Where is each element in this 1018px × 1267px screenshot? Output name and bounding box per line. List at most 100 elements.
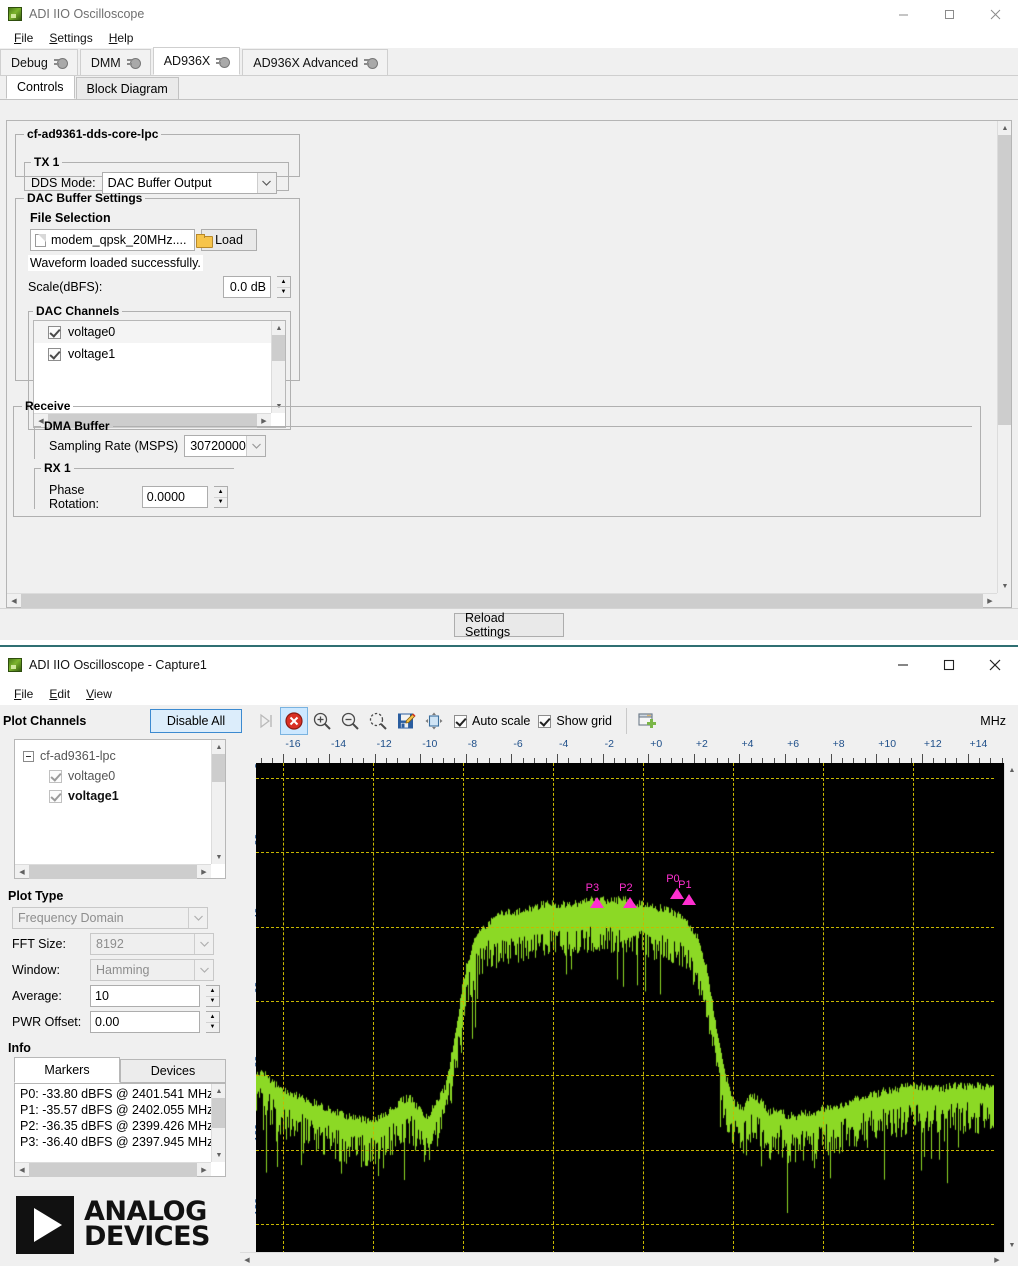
main-window: ADI IIO Oscilloscope File Settings Help … (0, 0, 1018, 640)
plugin-tab-ad936x-advanced[interactable]: AD936X Advanced (242, 49, 389, 75)
pwr-offset-stepper[interactable]: ▲ ▼ (206, 1011, 220, 1033)
save-plot-icon[interactable] (392, 707, 420, 735)
show-grid-checkbox[interactable] (538, 714, 552, 728)
play-step-icon[interactable] (252, 707, 280, 735)
plugin-tab-dmm[interactable]: DMM (79, 49, 151, 75)
menu-view[interactable]: View (78, 686, 120, 702)
tab-block-diagram[interactable]: Block Diagram (75, 77, 179, 99)
markers-hscrollbar[interactable]: ◀ ▶ (15, 1162, 211, 1177)
capture-window: ADI IIO Oscilloscope - Capture1 File Edi… (0, 645, 1018, 1266)
scroll-right-icon[interactable]: ▶ (990, 1253, 1004, 1267)
pwr-offset-field[interactable]: 0.00 (90, 1011, 200, 1033)
scroll-up-icon[interactable]: ▲ (998, 121, 1012, 135)
minimize-button[interactable] (880, 647, 926, 683)
tree-item-voltage1[interactable]: voltage1 (23, 786, 211, 806)
marker-line: P2: -36.35 dBFS @ 2399.426 MHz (20, 1119, 211, 1133)
spectrum-plot[interactable]: -16 -14 -12 -10 -8 -6 -4 -2 +0 +2 +4 +6 +8 +10 +12 +14 … (240, 737, 1018, 1266)
scale-stepper[interactable]: ▲ ▼ (277, 276, 291, 298)
tab-markers[interactable]: Markers (14, 1057, 120, 1083)
x-tick-label: +4 (741, 738, 754, 750)
scroll-right-icon[interactable]: ▶ (983, 594, 997, 608)
scroll-down-icon[interactable]: ▼ (1005, 1238, 1018, 1252)
plot-canvas[interactable] (256, 763, 994, 1252)
minimize-button[interactable] (880, 0, 926, 28)
markers-listbox[interactable]: P0: -33.80 dBFS @ 2401.541 MHz P1: -35.5… (14, 1083, 226, 1177)
scroll-left-icon[interactable]: ◀ (15, 865, 29, 879)
reload-settings-button[interactable]: Reload Settings (454, 611, 564, 639)
tree-vscrollbar[interactable]: ▲ ▼ (211, 740, 225, 864)
average-field[interactable]: 10 (90, 985, 200, 1007)
plugin-tab-debug[interactable]: Debug (0, 49, 78, 75)
waveform-file-name: modem_qpsk_20MHz.... (51, 233, 187, 247)
scroll-up-icon[interactable]: ▲ (1005, 763, 1018, 777)
scroll-up-icon[interactable]: ▲ (272, 321, 286, 335)
zoom-out-icon[interactable] (336, 707, 364, 735)
phase-rotation-field[interactable]: 0.0000 (141, 486, 209, 508)
average-stepper[interactable]: ▲ ▼ (206, 985, 220, 1007)
menu-help[interactable]: Help (101, 30, 142, 46)
tab-devices[interactable]: Devices (120, 1059, 226, 1083)
pwr-offset-label: PWR Offset: (12, 1015, 82, 1029)
tree-item-voltage0[interactable]: voltage0 (23, 766, 211, 786)
scale-value-field[interactable]: 0.0 dB (223, 276, 271, 298)
plot-domain-combo[interactable]: Frequency Domain (12, 907, 208, 929)
dac-buffer-settings-group: DAC Buffer Settings File Selection modem… (15, 191, 300, 430)
menu-edit[interactable]: Edit (41, 686, 78, 702)
scroll-left-icon[interactable]: ◀ (7, 594, 21, 608)
tree-hscrollbar[interactable]: ◀ ▶ (15, 864, 211, 879)
markers-vscrollbar[interactable]: ▲ ▼ (211, 1084, 225, 1162)
plugin-tab-label: AD936X (163, 54, 211, 68)
stop-icon[interactable] (280, 707, 308, 735)
new-plot-icon[interactable] (633, 707, 661, 735)
controls-vscrollbar[interactable]: ▲ ▼ (997, 121, 1011, 593)
scroll-down-icon[interactable]: ▼ (998, 579, 1012, 593)
maximize-button[interactable] (926, 647, 972, 683)
plugin-tab-ad936x[interactable]: AD936X (152, 47, 241, 75)
tab-controls[interactable]: Controls (6, 75, 75, 99)
resize-plot-icon[interactable] (420, 707, 448, 735)
marker-line: P0: -33.80 dBFS @ 2401.541 MHz (20, 1087, 211, 1101)
folder-icon[interactable] (196, 234, 214, 248)
checkbox-icon[interactable] (48, 325, 61, 339)
plot-domain-value: Frequency Domain (18, 911, 124, 925)
menu-file[interactable]: File (6, 686, 41, 702)
dac-channel-row-voltage0[interactable]: voltage0 (34, 321, 271, 343)
phase-rotation-stepper[interactable]: ▲ ▼ (214, 486, 228, 508)
tree-root-cf-ad9361-lpc[interactable]: cf-ad9361-lpc (23, 746, 211, 766)
fft-size-combo[interactable]: 8192 (90, 933, 214, 955)
menu-file[interactable]: File (6, 30, 41, 46)
plot-channels-tree[interactable]: cf-ad9361-lpc voltage0 voltage1 ▲ ▼ ◀ ▶ (14, 739, 226, 879)
scroll-down-icon[interactable]: ▼ (212, 1148, 226, 1162)
scroll-up-icon[interactable]: ▲ (212, 740, 226, 754)
plot-x-axis: -16 -14 -12 -10 -8 -6 -4 -2 +0 +2 +4 +6 +8 +10 +12 +14 (256, 737, 1004, 763)
disable-all-button[interactable]: Disable All (150, 709, 242, 733)
scroll-left-icon[interactable]: ◀ (15, 1163, 29, 1177)
fft-size-value: 8192 (96, 937, 124, 951)
auto-scale-checkbox[interactable] (454, 714, 467, 728)
close-button[interactable] (972, 0, 1018, 28)
plot-hscrollbar[interactable]: ◀ ▶ (240, 1252, 1004, 1266)
sampling-rate-combo[interactable]: 30720000 (184, 435, 267, 457)
waveform-file-field[interactable]: modem_qpsk_20MHz.... (30, 229, 214, 251)
scroll-down-icon[interactable]: ▼ (212, 850, 226, 864)
zoom-in-icon[interactable] (308, 707, 336, 735)
checkbox-icon[interactable] (49, 769, 62, 783)
plot-canvas-area[interactable]: P0 P1 P2 P3 (256, 763, 1004, 1252)
scroll-up-icon[interactable]: ▲ (212, 1084, 226, 1098)
controls-hscrollbar[interactable]: ◀ ▶ (7, 593, 997, 608)
scroll-left-icon[interactable]: ◀ (240, 1253, 254, 1267)
zoom-fit-icon[interactable] (364, 707, 392, 735)
scroll-right-icon[interactable]: ▶ (197, 1163, 211, 1177)
dac-channel-row-voltage1[interactable]: voltage1 (34, 343, 271, 365)
scroll-right-icon[interactable]: ▶ (197, 865, 211, 879)
window-combo[interactable]: Hamming (90, 959, 214, 981)
x-tick-label: +10 (878, 738, 897, 750)
close-button[interactable] (972, 647, 1018, 683)
maximize-button[interactable] (926, 0, 972, 28)
plot-vscrollbar[interactable]: ▲ ▼ (1004, 763, 1018, 1252)
collapse-icon[interactable] (23, 750, 34, 762)
checkbox-icon[interactable] (48, 347, 61, 361)
menu-settings[interactable]: Settings (41, 30, 100, 46)
waveform-status-text: Waveform loaded successfully. (28, 255, 203, 271)
checkbox-icon[interactable] (49, 789, 62, 803)
